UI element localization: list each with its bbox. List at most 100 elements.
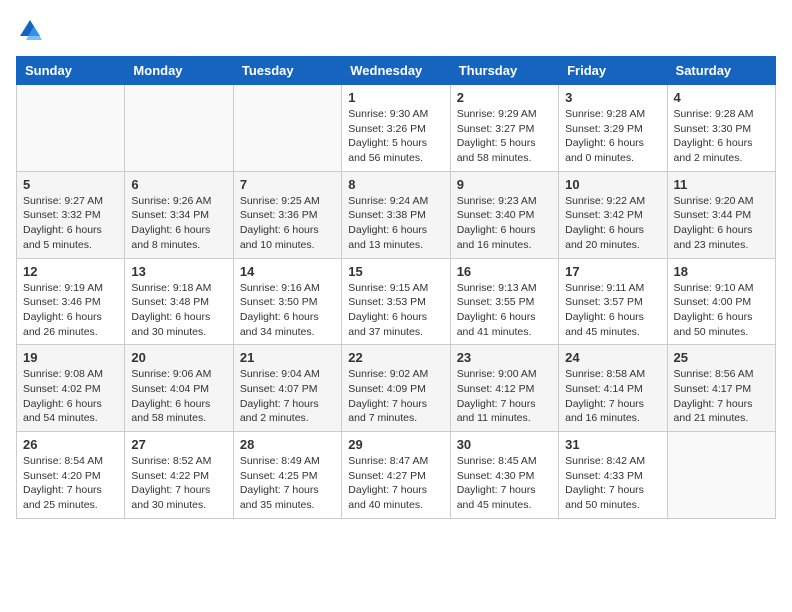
day-header-saturday: Saturday — [667, 57, 775, 85]
calendar-day-cell: 16 Sunrise: 9:13 AM Sunset: 3:55 PM Dayli… — [450, 258, 558, 345]
day-number: 5 — [23, 177, 118, 192]
day-header-monday: Monday — [125, 57, 233, 85]
day-number: 11 — [674, 177, 769, 192]
day-header-tuesday: Tuesday — [233, 57, 341, 85]
day-number: 14 — [240, 264, 335, 279]
day-info: Sunrise: 9:19 AM Sunset: 3:46 PM Dayligh… — [23, 281, 118, 340]
day-info: Sunrise: 8:42 AM Sunset: 4:33 PM Dayligh… — [565, 454, 660, 513]
calendar-day-cell: 28 Sunrise: 8:49 AM Sunset: 4:25 PM Dayli… — [233, 432, 341, 519]
calendar-day-cell: 1 Sunrise: 9:30 AM Sunset: 3:26 PM Daylig… — [342, 85, 450, 172]
day-info: Sunrise: 9:29 AM Sunset: 3:27 PM Dayligh… — [457, 107, 552, 166]
day-info: Sunrise: 9:13 AM Sunset: 3:55 PM Dayligh… — [457, 281, 552, 340]
day-number: 20 — [131, 350, 226, 365]
calendar-day-cell — [125, 85, 233, 172]
calendar-week-row: 26 Sunrise: 8:54 AM Sunset: 4:20 PM Dayli… — [17, 432, 776, 519]
day-info: Sunrise: 9:23 AM Sunset: 3:40 PM Dayligh… — [457, 194, 552, 253]
calendar-day-cell: 15 Sunrise: 9:15 AM Sunset: 3:53 PM Dayli… — [342, 258, 450, 345]
day-number: 3 — [565, 90, 660, 105]
calendar-day-cell — [667, 432, 775, 519]
day-number: 10 — [565, 177, 660, 192]
calendar-day-cell: 9 Sunrise: 9:23 AM Sunset: 3:40 PM Daylig… — [450, 171, 558, 258]
day-number: 15 — [348, 264, 443, 279]
day-number: 12 — [23, 264, 118, 279]
calendar-day-cell: 23Sunrise: 9:00 AM Sunset: 4:12 PM Dayli… — [450, 345, 558, 432]
day-info: Sunrise: 9:04 AM Sunset: 4:07 PM Dayligh… — [240, 367, 335, 426]
calendar-day-cell: 3 Sunrise: 9:28 AM Sunset: 3:29 PM Daylig… — [559, 85, 667, 172]
day-info: Sunrise: 9:27 AM Sunset: 3:32 PM Dayligh… — [23, 194, 118, 253]
day-info: Sunrise: 9:28 AM Sunset: 3:29 PM Dayligh… — [565, 107, 660, 166]
day-info: Sunrise: 9:30 AM Sunset: 3:26 PM Dayligh… — [348, 107, 443, 166]
day-number: 25 — [674, 350, 769, 365]
calendar-day-cell: 18 Sunrise: 9:10 AM Sunset: 4:00 PM Dayli… — [667, 258, 775, 345]
day-info: Sunrise: 9:16 AM Sunset: 3:50 PM Dayligh… — [240, 281, 335, 340]
day-number: 22 — [348, 350, 443, 365]
day-info: Sunrise: 9:02 AM Sunset: 4:09 PM Dayligh… — [348, 367, 443, 426]
day-number: 26 — [23, 437, 118, 452]
day-info: Sunrise: 8:47 AM Sunset: 4:27 PM Dayligh… — [348, 454, 443, 513]
day-info: Sunrise: 9:20 AM Sunset: 3:44 PM Dayligh… — [674, 194, 769, 253]
day-header-sunday: Sunday — [17, 57, 125, 85]
day-info: Sunrise: 9:22 AM Sunset: 3:42 PM Dayligh… — [565, 194, 660, 253]
day-number: 19 — [23, 350, 118, 365]
calendar-day-cell: 4 Sunrise: 9:28 AM Sunset: 3:30 PM Daylig… — [667, 85, 775, 172]
day-info: Sunrise: 9:24 AM Sunset: 3:38 PM Dayligh… — [348, 194, 443, 253]
day-header-wednesday: Wednesday — [342, 57, 450, 85]
day-info: Sunrise: 8:49 AM Sunset: 4:25 PM Dayligh… — [240, 454, 335, 513]
day-info: Sunrise: 9:08 AM Sunset: 4:02 PM Dayligh… — [23, 367, 118, 426]
day-number: 30 — [457, 437, 552, 452]
calendar-table: SundayMondayTuesdayWednesdayThursdayFrid… — [16, 56, 776, 519]
calendar-day-cell: 24 Sunrise: 8:58 AM Sunset: 4:14 PM Dayli… — [559, 345, 667, 432]
day-number: 7 — [240, 177, 335, 192]
calendar-week-row: 19 Sunrise: 9:08 AM Sunset: 4:02 PM Dayli… — [17, 345, 776, 432]
day-info: Sunrise: 8:45 AM Sunset: 4:30 PM Dayligh… — [457, 454, 552, 513]
day-number: 1 — [348, 90, 443, 105]
day-number: 31 — [565, 437, 660, 452]
calendar-day-cell — [233, 85, 341, 172]
day-number: 29 — [348, 437, 443, 452]
day-number: 4 — [674, 90, 769, 105]
logo — [16, 16, 48, 44]
calendar-day-cell: 21 Sunrise: 9:04 AM Sunset: 4:07 PM Dayli… — [233, 345, 341, 432]
calendar-week-row: 12 Sunrise: 9:19 AM Sunset: 3:46 PM Dayli… — [17, 258, 776, 345]
day-number: 9 — [457, 177, 552, 192]
day-info: Sunrise: 8:58 AM Sunset: 4:14 PM Dayligh… — [565, 367, 660, 426]
day-number: 21 — [240, 350, 335, 365]
calendar-day-cell: 13Sunrise: 9:18 AM Sunset: 3:48 PM Dayli… — [125, 258, 233, 345]
calendar-day-cell — [17, 85, 125, 172]
calendar-day-cell: 26 Sunrise: 8:54 AM Sunset: 4:20 PM Dayli… — [17, 432, 125, 519]
day-number: 28 — [240, 437, 335, 452]
calendar-day-cell: 2Sunrise: 9:29 AM Sunset: 3:27 PM Daylig… — [450, 85, 558, 172]
calendar-day-cell: 6 Sunrise: 9:26 AM Sunset: 3:34 PM Daylig… — [125, 171, 233, 258]
calendar-day-cell: 19 Sunrise: 9:08 AM Sunset: 4:02 PM Dayli… — [17, 345, 125, 432]
day-info: Sunrise: 9:06 AM Sunset: 4:04 PM Dayligh… — [131, 367, 226, 426]
calendar-day-cell: 27Sunrise: 8:52 AM Sunset: 4:22 PM Dayli… — [125, 432, 233, 519]
day-number: 18 — [674, 264, 769, 279]
calendar-day-cell: 7 Sunrise: 9:25 AM Sunset: 3:36 PM Daylig… — [233, 171, 341, 258]
calendar-day-cell: 20 Sunrise: 9:06 AM Sunset: 4:04 PM Dayli… — [125, 345, 233, 432]
day-number: 24 — [565, 350, 660, 365]
day-header-friday: Friday — [559, 57, 667, 85]
day-info: Sunrise: 9:26 AM Sunset: 3:34 PM Dayligh… — [131, 194, 226, 253]
day-info: Sunrise: 8:54 AM Sunset: 4:20 PM Dayligh… — [23, 454, 118, 513]
day-info: Sunrise: 9:28 AM Sunset: 3:30 PM Dayligh… — [674, 107, 769, 166]
day-number: 17 — [565, 264, 660, 279]
page-header — [16, 16, 776, 44]
calendar-header-row: SundayMondayTuesdayWednesdayThursdayFrid… — [17, 57, 776, 85]
logo-icon — [16, 16, 44, 44]
day-header-thursday: Thursday — [450, 57, 558, 85]
day-info: Sunrise: 9:10 AM Sunset: 4:00 PM Dayligh… — [674, 281, 769, 340]
calendar-week-row: 5 Sunrise: 9:27 AM Sunset: 3:32 PM Daylig… — [17, 171, 776, 258]
calendar-day-cell: 30 Sunrise: 8:45 AM Sunset: 4:30 PM Dayli… — [450, 432, 558, 519]
day-number: 16 — [457, 264, 552, 279]
day-info: Sunrise: 9:25 AM Sunset: 3:36 PM Dayligh… — [240, 194, 335, 253]
day-number: 8 — [348, 177, 443, 192]
calendar-day-cell: 12 Sunrise: 9:19 AM Sunset: 3:46 PM Dayli… — [17, 258, 125, 345]
day-number: 27 — [131, 437, 226, 452]
day-number: 6 — [131, 177, 226, 192]
calendar-week-row: 1 Sunrise: 9:30 AM Sunset: 3:26 PM Daylig… — [17, 85, 776, 172]
calendar-day-cell: 25Sunrise: 8:56 AM Sunset: 4:17 PM Dayli… — [667, 345, 775, 432]
calendar-day-cell: 14 Sunrise: 9:16 AM Sunset: 3:50 PM Dayli… — [233, 258, 341, 345]
day-info: Sunrise: 9:15 AM Sunset: 3:53 PM Dayligh… — [348, 281, 443, 340]
calendar-day-cell: 5 Sunrise: 9:27 AM Sunset: 3:32 PM Daylig… — [17, 171, 125, 258]
calendar-day-cell: 22 Sunrise: 9:02 AM Sunset: 4:09 PM Dayli… — [342, 345, 450, 432]
